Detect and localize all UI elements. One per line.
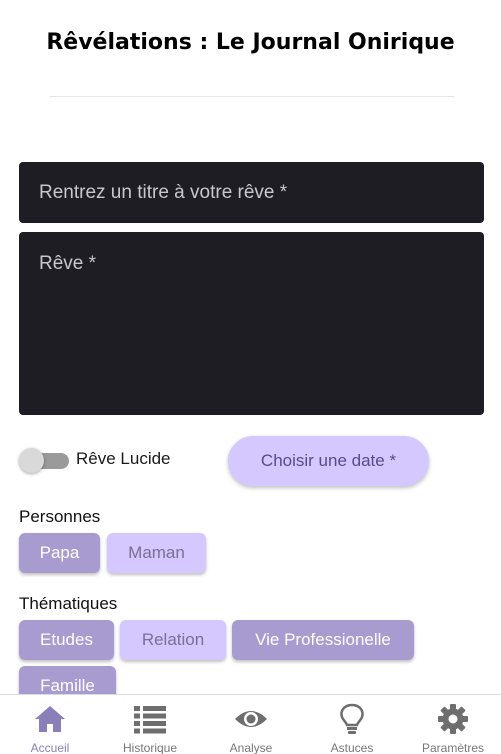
chip-relation[interactable]: Relation	[120, 620, 226, 660]
nav-item-historique[interactable]: Historique	[100, 695, 200, 754]
lightbulb-icon	[340, 703, 364, 734]
page-title: Rêvélations : Le Journal Onirique	[46, 30, 455, 55]
lucid-dream-toggle[interactable]	[19, 448, 69, 473]
nav-item-astuces[interactable]: Astuces	[302, 695, 402, 754]
nav-label-historique: Historique	[122, 741, 178, 754]
thematiques-label: Thématiques	[19, 594, 118, 613]
nav-label-accueil: Accueil	[30, 741, 70, 754]
lucid-dream-label: Rêve Lucide	[76, 449, 171, 468]
dream-title-input[interactable]: Rentrez un titre à votre rêve *	[19, 162, 484, 223]
choose-date-button[interactable]: Choisir une date *	[228, 436, 429, 486]
gear-icon	[438, 704, 468, 734]
dream-title-placeholder: Rentrez un titre à votre rêve *	[39, 182, 288, 203]
nav-item-parametres[interactable]: Paramètres	[403, 695, 501, 754]
toggle-thumb	[19, 448, 44, 473]
nav-label-parametres: Paramètres	[421, 741, 485, 754]
app-header: Rêvélations : Le Journal Onirique	[0, 0, 501, 98]
dream-text-placeholder: Rêve *	[39, 253, 97, 274]
chip-maman[interactable]: Maman	[107, 533, 206, 573]
nav-item-accueil[interactable]: Accueil	[0, 695, 100, 754]
home-icon	[35, 706, 65, 732]
bottom-nav: Accueil Historique Analyse Astuces Param…	[0, 694, 501, 754]
list-icon	[134, 706, 166, 734]
nav-label-astuces: Astuces	[330, 741, 374, 754]
chip-papa[interactable]: Papa	[19, 533, 100, 573]
dream-text-area[interactable]: Rêve *	[19, 232, 484, 415]
chip-etudes[interactable]: Etudes	[19, 620, 114, 660]
header-divider	[50, 96, 454, 97]
chip-vie-professionelle[interactable]: Vie Professionelle	[232, 620, 414, 660]
personnes-label: Personnes	[19, 507, 101, 526]
nav-item-analyse[interactable]: Analyse	[201, 695, 301, 754]
nav-label-analyse: Analyse	[229, 741, 273, 754]
eye-icon	[235, 711, 267, 727]
